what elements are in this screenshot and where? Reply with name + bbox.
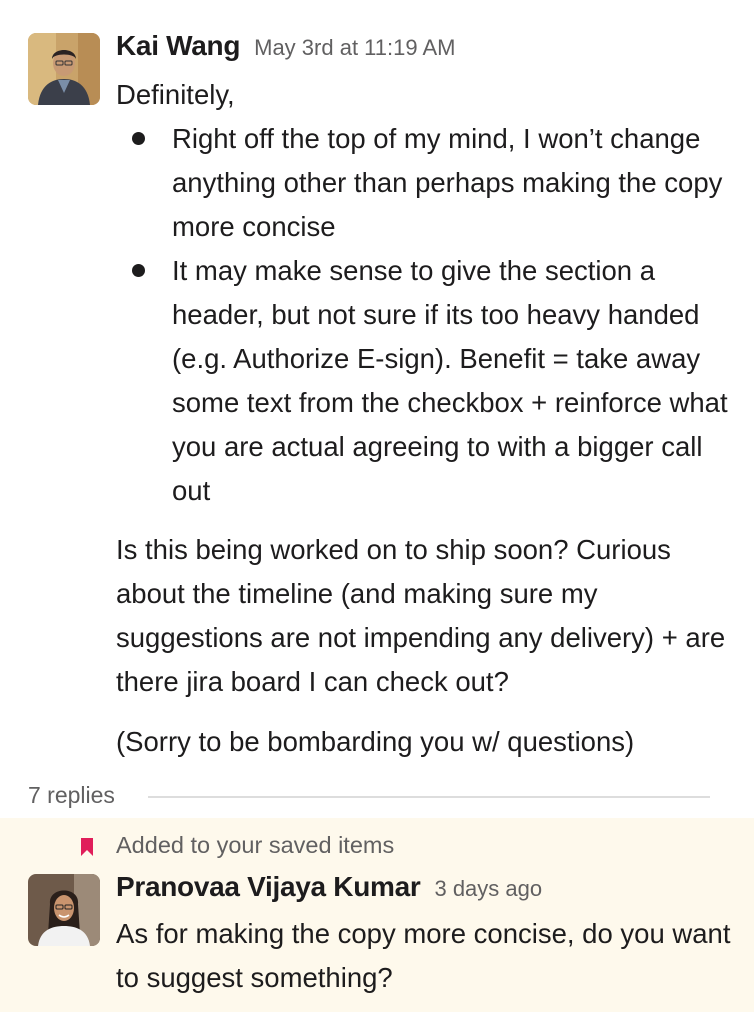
bookmark-icon bbox=[81, 838, 93, 856]
bullet-dot bbox=[132, 264, 145, 277]
message-header: Pranovaa Vijaya Kumar 3 days ago bbox=[116, 871, 542, 903]
timestamp[interactable]: 3 days ago bbox=[434, 876, 542, 901]
replies-divider bbox=[148, 796, 710, 798]
avatar[interactable] bbox=[28, 33, 100, 105]
message-paragraph: Is this being worked on to ship soon? Cu… bbox=[116, 534, 726, 697]
message-paragraph: (Sorry to be bombarding you w/ questions… bbox=[116, 726, 635, 757]
bullet-text: Right off the top of my mind, I won’t ch… bbox=[172, 123, 723, 242]
sender-name[interactable]: Kai Wang bbox=[116, 30, 240, 61]
replies-link[interactable]: 7 replies bbox=[28, 782, 115, 809]
message-intro: Definitely, bbox=[116, 79, 235, 110]
bullet-list: Right off the top of my mind, I won’t ch… bbox=[116, 117, 736, 513]
message-list: Kai Wang May 3rd at 11:19 AM Definitely, … bbox=[0, 0, 754, 1012]
message-header: Kai Wang May 3rd at 11:19 AM bbox=[116, 30, 456, 62]
sender-name[interactable]: Pranovaa Vijaya Kumar bbox=[116, 871, 421, 902]
message-text: As for making the copy more concise, do … bbox=[116, 918, 731, 993]
message-pranovaa[interactable]: Added to your saved items Pranovaa Vijay… bbox=[0, 818, 754, 1012]
bullet-item: Right off the top of my mind, I won’t ch… bbox=[116, 117, 736, 249]
thread-replies[interactable]: 7 replies bbox=[28, 776, 710, 816]
bullet-item: It may make sense to give the section a … bbox=[116, 249, 736, 513]
bullet-text: It may make sense to give the section a … bbox=[172, 255, 728, 506]
timestamp[interactable]: May 3rd at 11:19 AM bbox=[254, 35, 455, 60]
bullet-dot bbox=[132, 132, 145, 145]
avatar[interactable] bbox=[28, 874, 100, 946]
saved-label: Added to your saved items bbox=[116, 832, 395, 858]
